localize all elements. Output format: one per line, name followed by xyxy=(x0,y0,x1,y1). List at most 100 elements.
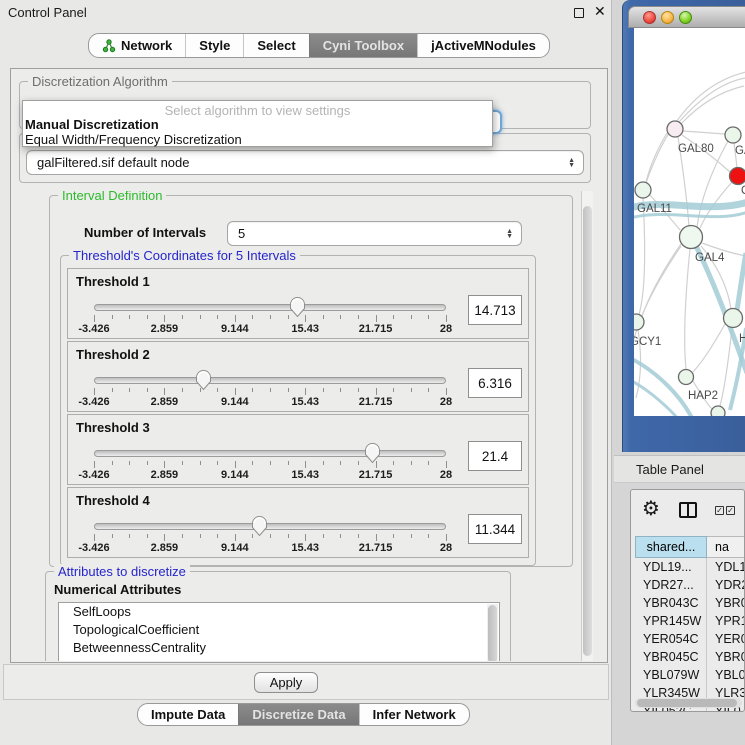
network-node-c[interactable] xyxy=(730,168,745,185)
tab-select[interactable]: Select xyxy=(243,34,308,57)
threshold-3-tick-labels: -3.4262.8599.14415.4321.71528 xyxy=(94,469,446,481)
network-node-gal80[interactable] xyxy=(667,121,683,137)
threshold-2-slider-track[interactable] xyxy=(94,377,446,384)
network-edge[interactable] xyxy=(720,328,732,406)
threshold-4-slider-track[interactable] xyxy=(94,523,446,530)
number-of-intervals-combobox[interactable]: 5 ▲▼ xyxy=(227,221,522,246)
table-row[interactable]: YDR27...YDR2 xyxy=(635,576,745,594)
table-row[interactable]: YDL19...YDL1 xyxy=(635,558,745,576)
threshold-1-slider-track[interactable] xyxy=(94,304,446,311)
axis-tick-label: 21.715 xyxy=(359,542,393,554)
network-canvas[interactable]: GAL80GACGAL11GAL4GCY1HHAP2 xyxy=(634,28,745,416)
zoom-traffic-light-icon[interactable] xyxy=(679,11,692,24)
shared-name-cell[interactable]: YBL079W xyxy=(635,666,707,684)
list-item[interactable]: SelfLoops xyxy=(59,603,499,621)
shared-name-cell[interactable]: YBR043C xyxy=(635,594,707,612)
tab-cyni-toolbox[interactable]: Cyni Toolbox xyxy=(309,34,417,57)
combo-arrows-icon: ▲▼ xyxy=(506,229,513,239)
network-edge-highlighted[interactable] xyxy=(634,380,679,416)
network-edge[interactable] xyxy=(685,249,690,369)
close-icon[interactable]: ✕ xyxy=(594,3,606,20)
horizontal-scrollbar xyxy=(635,698,742,708)
tab-jactivemnodules[interactable]: jActiveMNodules xyxy=(417,34,549,57)
tab-network[interactable]: Network xyxy=(89,34,185,57)
name-cell[interactable]: YBR0 xyxy=(707,648,745,666)
threshold-1-label: Threshold 1 xyxy=(76,274,150,289)
threshold-1-value-field[interactable]: 14.713 xyxy=(468,295,522,325)
gear-icon[interactable]: ⚙ xyxy=(642,498,660,520)
table-panel-titlebar: Table Panel xyxy=(614,455,745,483)
network-node-label: GAL4 xyxy=(695,252,725,264)
tab-infer-network[interactable]: Infer Network xyxy=(359,704,469,725)
node-table: ⚙ ✓ ✓ shared... na YDL19...YDL1YDR27...Y… xyxy=(630,489,745,712)
shared-name-cell[interactable]: YBR045C xyxy=(635,648,707,666)
table-data-combobox[interactable]: galFiltered.sif default node ▲▼ xyxy=(26,150,584,175)
tab-impute-data[interactable]: Impute Data xyxy=(138,704,238,725)
tab-style[interactable]: Style xyxy=(185,34,243,57)
threshold-4-value-field[interactable]: 11.344 xyxy=(468,514,522,544)
network-edge-highlighted[interactable] xyxy=(737,253,745,310)
axis-tick-label: 21.715 xyxy=(359,323,393,335)
algorithm-option-manual[interactable]: Manual Discretization xyxy=(23,116,492,131)
name-cell[interactable]: YDL1 xyxy=(707,558,745,576)
name-cell[interactable]: YBR0 xyxy=(707,594,745,612)
network-node-ga[interactable] xyxy=(725,127,741,143)
network-graph: GAL80GACGAL11GAL4GCY1HHAP2 xyxy=(634,28,745,416)
table-row[interactable]: YBL079WYBL0 xyxy=(635,666,745,684)
list-scrollbar xyxy=(487,604,498,661)
network-node-gcy1[interactable] xyxy=(634,314,644,330)
name-cell[interactable]: YPR1 xyxy=(707,612,745,630)
axis-tick-label: 9.144 xyxy=(221,469,249,481)
list-item[interactable]: TopologicalCoefficient xyxy=(59,621,499,639)
threshold-4-tick-labels: -3.4262.8599.14415.4321.71528 xyxy=(94,542,446,554)
algorithm-option-equal-width[interactable]: Equal Width/Frequency Discretization xyxy=(23,131,492,146)
cyni-toolbox-panel: Discretization Algorithm ▲▼ Select algor… xyxy=(10,68,608,663)
network-node-hap2[interactable] xyxy=(679,370,694,385)
table-row[interactable]: YBR043CYBR0 xyxy=(635,594,745,612)
float-window-icon[interactable] xyxy=(574,8,584,18)
vertical-scrollbar xyxy=(581,191,593,661)
network-node-h[interactable] xyxy=(724,309,743,328)
table-row[interactable]: YPR145WYPR1 xyxy=(635,612,745,630)
name-cell[interactable]: YBL0 xyxy=(707,666,745,684)
algorithm-group-title: Discretization Algorithm xyxy=(28,74,172,89)
threshold-2-panel: Threshold 2 -3.4262.8599.14415.4321.7152… xyxy=(67,341,529,412)
checkbox-filter-icons[interactable]: ✓ ✓ xyxy=(715,506,735,515)
column-header-name[interactable]: na xyxy=(707,536,745,558)
network-edge[interactable] xyxy=(634,246,681,348)
tab-discretize-data[interactable]: Discretize Data xyxy=(238,704,358,725)
table-row[interactable]: YER054CYER0 xyxy=(635,630,745,648)
close-traffic-light-icon[interactable] xyxy=(643,11,656,24)
threshold-3-value-field[interactable]: 21.4 xyxy=(468,441,522,471)
axis-tick-label: 2.859 xyxy=(151,323,179,335)
horizontal-scrollbar-thumb[interactable] xyxy=(637,699,737,707)
panel-title: Control Panel xyxy=(8,5,87,20)
threshold-3-slider-track[interactable] xyxy=(94,450,446,457)
name-cell[interactable]: YDR2 xyxy=(707,576,745,594)
network-edge[interactable] xyxy=(693,324,725,372)
minimize-traffic-light-icon[interactable] xyxy=(661,11,674,24)
axis-tick-label: 9.144 xyxy=(221,542,249,554)
list-scrollbar-thumb[interactable] xyxy=(488,605,497,661)
apply-button[interactable]: Apply xyxy=(254,672,318,693)
shared-name-cell[interactable]: YER054C xyxy=(635,630,707,648)
list-item[interactable]: BetweennessCentrality xyxy=(59,639,499,657)
table-panel-title: Table Panel xyxy=(636,462,704,477)
name-cell[interactable]: YER0 xyxy=(707,630,745,648)
network-window-titlebar[interactable] xyxy=(628,6,745,28)
table-row[interactable]: YBR045CYBR0 xyxy=(635,648,745,666)
cyni-mode-tabs: Impute Data Discretize Data Infer Networ… xyxy=(137,703,470,726)
threshold-2-value-field[interactable]: 6.316 xyxy=(468,368,522,398)
shared-name-cell[interactable]: YPR145W xyxy=(635,612,707,630)
network-node-gal4[interactable] xyxy=(680,226,703,249)
shared-name-cell[interactable]: YDR27... xyxy=(635,576,707,594)
axis-tick-label: 15.43 xyxy=(291,542,319,554)
split-column-icon[interactable] xyxy=(679,502,697,518)
network-node-gal11[interactable] xyxy=(635,182,651,198)
axis-tick-label: 15.43 xyxy=(291,469,319,481)
network-node-partial[interactable] xyxy=(711,406,725,416)
vertical-scrollbar-thumb[interactable] xyxy=(583,206,592,656)
network-edge[interactable] xyxy=(683,131,725,134)
shared-name-cell[interactable]: YDL19... xyxy=(635,558,707,576)
column-header-shared-name[interactable]: shared... xyxy=(635,536,707,558)
